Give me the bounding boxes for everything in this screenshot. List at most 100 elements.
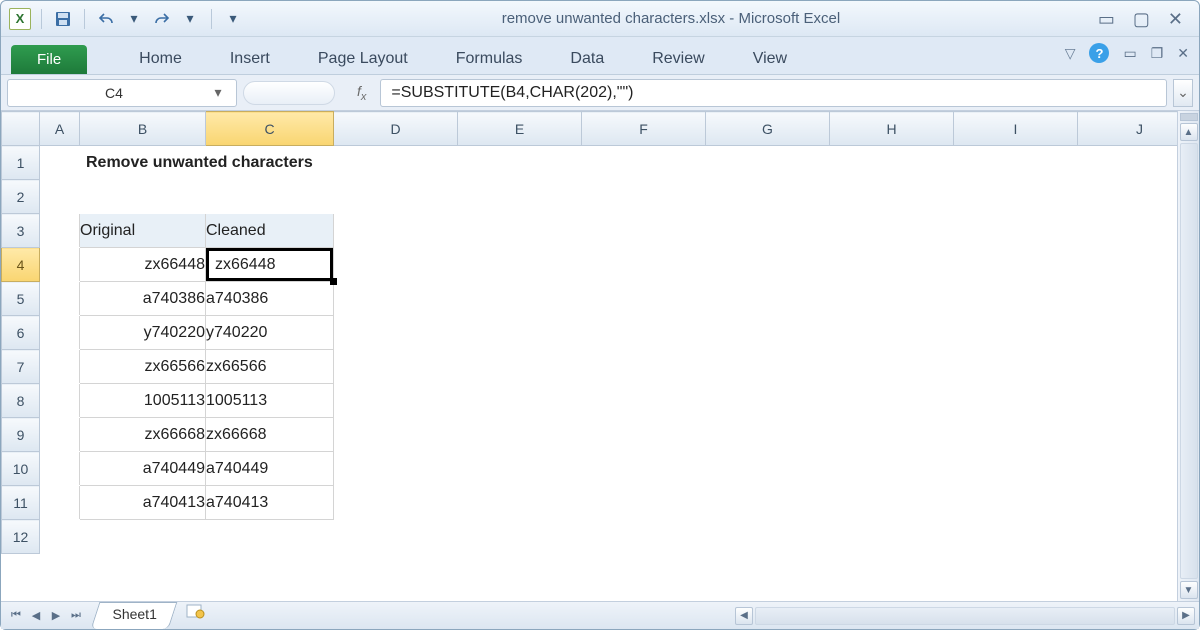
- header-cleaned[interactable]: Cleaned: [206, 214, 334, 248]
- close-icon[interactable]: ✕: [1168, 10, 1183, 28]
- undo-dropdown-icon[interactable]: ▾: [123, 8, 145, 30]
- row-header-1[interactable]: 1: [2, 146, 40, 180]
- cell-B5[interactable]: a740386: [80, 282, 206, 316]
- scroll-track-h[interactable]: [755, 607, 1175, 625]
- new-sheet-icon[interactable]: [183, 602, 209, 620]
- col-header-A[interactable]: A: [40, 112, 80, 146]
- first-sheet-icon[interactable]: ⏮: [7, 607, 25, 625]
- cell-B8[interactable]: 1005113: [80, 384, 206, 418]
- formula-expand-icon[interactable]: ⌄: [1173, 79, 1193, 107]
- scroll-down-icon[interactable]: ▼: [1180, 581, 1198, 599]
- cell-C4[interactable]: zx66448: [206, 248, 334, 282]
- row-header-9[interactable]: 9: [2, 418, 40, 452]
- ribbon-min-icon[interactable]: ▽: [1065, 45, 1076, 62]
- cell-C8[interactable]: 1005113: [206, 384, 334, 418]
- cell-C9[interactable]: zx66668: [206, 418, 334, 452]
- tab-data[interactable]: Data: [546, 44, 628, 74]
- qat-customize-icon[interactable]: ▾: [222, 8, 244, 30]
- help-icon[interactable]: ?: [1089, 43, 1109, 63]
- spreadsheet-area: A B C D E F G H I J K: [1, 111, 1199, 601]
- minimize-icon[interactable]: ▭: [1098, 10, 1115, 28]
- formula-bar: C4 ▾ fx =SUBSTITUTE(B4,CHAR(202),"") ⌄: [1, 75, 1199, 111]
- cell-B7[interactable]: zx66566: [80, 350, 206, 384]
- quick-access-toolbar: X ▾ ▾ ▾: [9, 8, 244, 30]
- cell-C6[interactable]: y740220: [206, 316, 334, 350]
- col-header-G[interactable]: G: [706, 112, 830, 146]
- excel-logo[interactable]: X: [9, 8, 31, 30]
- row-header-3[interactable]: 3: [2, 214, 40, 248]
- cell-B9[interactable]: zx66668: [80, 418, 206, 452]
- tab-page-layout[interactable]: Page Layout: [294, 44, 432, 74]
- fill-handle[interactable]: [330, 278, 337, 285]
- redo-dropdown-icon[interactable]: ▾: [179, 8, 201, 30]
- row-header-2[interactable]: 2: [2, 180, 40, 214]
- col-header-E[interactable]: E: [458, 112, 582, 146]
- scroll-right-icon[interactable]: ▶: [1177, 607, 1195, 625]
- select-all-corner[interactable]: [2, 112, 40, 146]
- col-header-C[interactable]: C: [206, 112, 334, 146]
- col-header-J[interactable]: J: [1078, 112, 1178, 146]
- save-icon[interactable]: [52, 8, 74, 30]
- window-controls: ▭ ▢ ✕: [1098, 10, 1191, 28]
- row-header-6[interactable]: 6: [2, 316, 40, 350]
- vertical-scrollbar[interactable]: ▲ ▼: [1177, 111, 1199, 601]
- formula-input[interactable]: =SUBSTITUTE(B4,CHAR(202),""): [380, 79, 1167, 107]
- col-header-I[interactable]: I: [954, 112, 1078, 146]
- maximize-icon[interactable]: ▢: [1133, 10, 1150, 28]
- col-header-B[interactable]: B: [80, 112, 206, 146]
- ribbon: File Home Insert Page Layout Formulas Da…: [1, 37, 1199, 75]
- cell-C5[interactable]: a740386: [206, 282, 334, 316]
- file-tab[interactable]: File: [11, 45, 87, 74]
- fx-icon[interactable]: fx: [341, 83, 374, 103]
- cell-C7[interactable]: zx66566: [206, 350, 334, 384]
- tab-view[interactable]: View: [729, 44, 811, 74]
- prev-sheet-icon[interactable]: ◀: [27, 607, 45, 625]
- cancel-enter-group: [243, 81, 335, 105]
- window-title: remove unwanted characters.xlsx - Micros…: [244, 10, 1098, 27]
- sheet-tab-label: Sheet1: [112, 606, 156, 622]
- name-box-dropdown-icon[interactable]: ▾: [210, 85, 226, 101]
- split-handle[interactable]: [1180, 113, 1198, 121]
- row-header-7[interactable]: 7: [2, 350, 40, 384]
- tab-insert[interactable]: Insert: [206, 44, 294, 74]
- redo-icon[interactable]: [151, 8, 173, 30]
- row-header-4[interactable]: 4: [2, 248, 40, 282]
- name-box-value: C4: [18, 85, 210, 101]
- scroll-up-icon[interactable]: ▲: [1180, 123, 1198, 141]
- col-header-H[interactable]: H: [830, 112, 954, 146]
- cell-C11[interactable]: a740413: [206, 486, 334, 520]
- tab-review[interactable]: Review: [628, 44, 728, 74]
- last-sheet-icon[interactable]: ⏭: [67, 607, 85, 625]
- row-header-10[interactable]: 10: [2, 452, 40, 486]
- page-title: Remove unwanted characters: [80, 146, 458, 180]
- doc-restore-icon[interactable]: ❐: [1151, 45, 1164, 62]
- cell-B6[interactable]: y740220: [80, 316, 206, 350]
- cell-B4[interactable]: zx66448: [80, 248, 206, 282]
- sheet-nav: ⏮ ◀ ▶ ⏭: [1, 602, 91, 629]
- grid[interactable]: A B C D E F G H I J K: [1, 111, 1177, 554]
- scroll-track-v[interactable]: [1180, 143, 1198, 579]
- doc-close-icon[interactable]: ✕: [1177, 45, 1189, 62]
- name-box[interactable]: C4 ▾: [7, 79, 237, 107]
- row-header-5[interactable]: 5: [2, 282, 40, 316]
- cell-C10[interactable]: a740449: [206, 452, 334, 486]
- tab-formulas[interactable]: Formulas: [432, 44, 547, 74]
- doc-minimize-icon[interactable]: ▭: [1123, 45, 1136, 62]
- scroll-left-icon[interactable]: ◀: [735, 607, 753, 625]
- sheet-tab-bar: ⏮ ◀ ▶ ⏭ Sheet1 ◀ ▶: [1, 601, 1199, 629]
- header-original[interactable]: Original: [80, 214, 206, 248]
- horizontal-scrollbar[interactable]: ◀ ▶: [209, 602, 1199, 629]
- tab-home[interactable]: Home: [115, 44, 206, 74]
- cell-C4-value: zx66448: [215, 256, 276, 274]
- row-header-12[interactable]: 12: [2, 520, 40, 554]
- row-header-11[interactable]: 11: [2, 486, 40, 520]
- col-header-F[interactable]: F: [582, 112, 706, 146]
- next-sheet-icon[interactable]: ▶: [47, 607, 65, 625]
- undo-icon[interactable]: [95, 8, 117, 30]
- cell-B11[interactable]: a740413: [80, 486, 206, 520]
- row-header-8[interactable]: 8: [2, 384, 40, 418]
- col-header-D[interactable]: D: [334, 112, 458, 146]
- cell-B10[interactable]: a740449: [80, 452, 206, 486]
- column-headers: A B C D E F G H I J K: [2, 112, 1178, 146]
- sheet-tab-sheet1[interactable]: Sheet1: [91, 602, 178, 629]
